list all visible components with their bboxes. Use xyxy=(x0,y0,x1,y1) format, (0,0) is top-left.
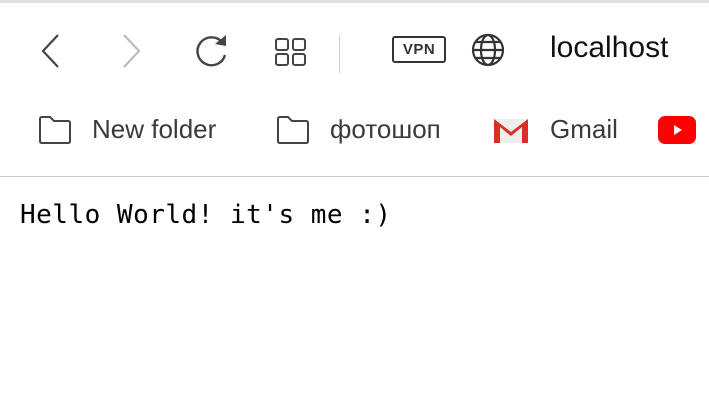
youtube-icon xyxy=(658,116,696,144)
bookmark-label: New folder xyxy=(92,114,217,144)
folder-icon xyxy=(277,115,309,144)
back-icon[interactable] xyxy=(38,31,64,71)
tabs-grid-icon[interactable] xyxy=(274,37,308,69)
bookmarks-bar: New folder фотошоп Gmail xyxy=(0,100,709,177)
bookmark-youtube[interactable] xyxy=(658,114,709,144)
vpn-button[interactable]: VPN xyxy=(392,36,446,63)
forward-icon[interactable] xyxy=(118,31,144,71)
browser-toolbar: VPN localhost xyxy=(0,3,709,93)
folder-icon xyxy=(39,115,71,144)
bookmark-label: фотошоп xyxy=(330,114,441,144)
bookmark-new-folder[interactable]: New folder xyxy=(38,114,216,145)
reload-icon[interactable] xyxy=(192,31,232,71)
bookmark-label: Gmail xyxy=(550,114,618,144)
bookmark-gmail[interactable]: Gmail xyxy=(492,114,618,145)
bookmark-photoshop[interactable]: фотошоп xyxy=(276,114,441,145)
globe-icon[interactable] xyxy=(470,32,506,68)
address-bar[interactable]: localhost xyxy=(550,31,668,65)
gmail-icon xyxy=(494,118,528,143)
toolbar-separator xyxy=(339,35,340,73)
page-text: Hello World! it's me :) xyxy=(20,200,392,230)
